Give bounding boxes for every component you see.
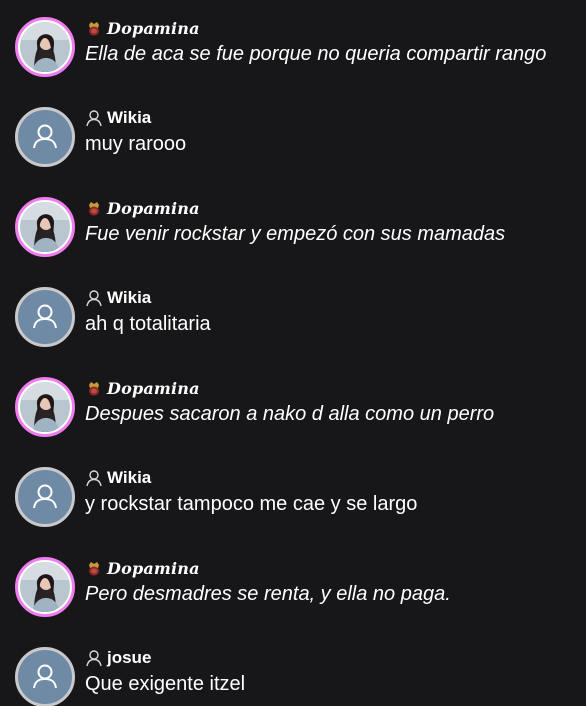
message-text: Despues sacaron a nako d alla como un pe… xyxy=(85,403,495,425)
message-author[interactable]: josue xyxy=(107,648,151,668)
chat-message: Wikia muy rarooo xyxy=(0,107,586,197)
crown-icon xyxy=(89,562,99,576)
crown-icon xyxy=(89,202,99,216)
chat-message: josue Que exigente itzel xyxy=(0,647,586,706)
message-text: Fue venir rockstar y empezó con sus mama… xyxy=(85,223,506,245)
avatar-photo-icon xyxy=(20,202,70,252)
message-header: Dopamina xyxy=(85,18,200,38)
crown-icon xyxy=(89,22,99,36)
default-user-icon xyxy=(33,304,57,329)
avatar[interactable] xyxy=(15,17,75,77)
message-header: Wikia xyxy=(85,288,151,308)
message-text: muy rarooo xyxy=(85,133,187,155)
crown-icon xyxy=(89,382,99,396)
message-author[interactable]: Dopamina xyxy=(107,19,200,38)
message-text: Que exigente itzel xyxy=(85,673,246,695)
avatar[interactable] xyxy=(15,287,75,347)
default-user-icon xyxy=(33,484,57,509)
avatar-photo-icon xyxy=(20,562,70,612)
message-text: y rockstar tampoco me cae y se largo xyxy=(85,493,418,515)
chat-message: Dopamina Despues sacaron a nako d alla c… xyxy=(0,377,586,467)
message-author[interactable]: Dopamina xyxy=(107,199,200,218)
default-user-icon xyxy=(33,664,57,689)
avatar-photo-icon xyxy=(20,22,70,72)
chat-message: Dopamina Fue venir rockstar y empezó con… xyxy=(0,197,586,287)
avatar[interactable] xyxy=(15,107,75,167)
user-outline-icon xyxy=(86,290,102,307)
user-outline-icon xyxy=(86,110,102,127)
avatar[interactable] xyxy=(15,377,75,437)
message-header: Wikia xyxy=(85,468,151,488)
message-text: ah q totalitaria xyxy=(85,313,211,335)
message-header: Dopamina xyxy=(85,198,200,218)
chat-log: Dopamina Ella de aca se fue porque no qu… xyxy=(0,0,586,706)
message-author[interactable]: Dopamina xyxy=(107,559,200,578)
chat-message: Wikia y rockstar tampoco me cae y se lar… xyxy=(0,467,586,557)
message-author[interactable]: Wikia xyxy=(107,108,151,128)
avatar[interactable] xyxy=(15,467,75,527)
message-header: Dopamina xyxy=(85,558,200,578)
avatar-photo-icon xyxy=(20,382,70,432)
message-header: Wikia xyxy=(85,108,151,128)
chat-message: Dopamina Ella de aca se fue porque no qu… xyxy=(0,17,586,107)
chat-message: Dopamina Pero desmadres se renta, y ella… xyxy=(0,557,586,647)
message-text: Ella de aca se fue porque no queria comp… xyxy=(85,43,547,65)
user-outline-icon xyxy=(86,650,102,667)
message-author[interactable]: Wikia xyxy=(107,468,151,488)
avatar[interactable] xyxy=(15,197,75,257)
message-text: Pero desmadres se renta, y ella no paga. xyxy=(85,583,451,605)
message-header: josue xyxy=(85,648,151,668)
message-author[interactable]: Wikia xyxy=(107,288,151,308)
message-author[interactable]: Dopamina xyxy=(107,379,200,398)
avatar[interactable] xyxy=(15,557,75,617)
default-user-icon xyxy=(33,124,57,149)
avatar[interactable] xyxy=(15,647,75,706)
user-outline-icon xyxy=(86,470,102,487)
chat-message: Wikia ah q totalitaria xyxy=(0,287,586,377)
message-header: Dopamina xyxy=(85,378,200,398)
